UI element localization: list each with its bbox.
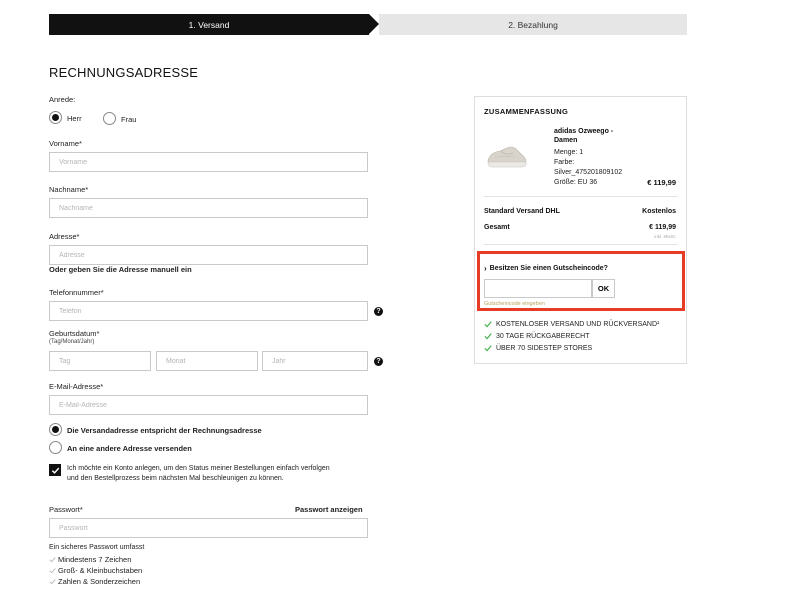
total-tax-note: inkl. MwSt. [654, 234, 676, 239]
voucher-hint: Gutscheincode eingeben [484, 301, 545, 307]
birthdate-help-icon[interactable]: ? [374, 357, 383, 366]
manual-address-link[interactable]: Oder geben Sie die Adresse manuell ein [49, 265, 192, 274]
birthdate-year-input[interactable] [262, 351, 368, 371]
checkout-stepper: 1. Versand 2. Bezahlung [49, 14, 687, 35]
checkmark-icon [51, 467, 59, 474]
phone-help-icon[interactable]: ? [374, 307, 383, 316]
password-requirements-title: Ein sicheres Passwort umfasst [49, 544, 145, 551]
voucher-code-input[interactable] [484, 279, 592, 298]
divider [484, 196, 678, 197]
check-icon [484, 321, 492, 328]
divider [484, 244, 678, 245]
step-bezahlung[interactable]: 2. Bezahlung [379, 14, 687, 35]
show-password-toggle[interactable]: Passwort anzeigen [295, 505, 363, 514]
radio-frau-label: Frau [121, 115, 137, 124]
birthdate-month-input[interactable] [156, 351, 258, 371]
page-title: RECHNUNGSADRESSE [49, 65, 199, 80]
address-label: Adresse* [49, 232, 80, 241]
product-size: Größe: EU 36 [554, 179, 598, 186]
lastname-input[interactable] [49, 198, 368, 218]
total-value: € 119,99 [649, 224, 676, 231]
product-color-value: Silver_475201809102 [554, 169, 623, 176]
usp-item: ÜBER 70 SIDESTEP STORES [484, 344, 592, 352]
voucher-submit-button[interactable]: OK [592, 279, 615, 298]
check-icon [49, 557, 56, 563]
password-requirement: Zahlen & Sonderzeichen [49, 577, 140, 586]
create-account-text-2: und den Bestellprozess beim nächsten Mal… [67, 475, 284, 482]
check-icon [484, 345, 492, 352]
product-quantity: Menge: 1 [554, 149, 584, 156]
check-icon [484, 333, 492, 340]
voucher-toggle[interactable]: › Besitzen Sie einen Gutscheincode? [484, 264, 608, 273]
phone-input[interactable] [49, 301, 368, 321]
check-icon [49, 579, 56, 585]
address-input[interactable] [49, 245, 368, 265]
usp-item: 30 TAGE RÜCKGABERECHT [484, 332, 590, 340]
firstname-input[interactable] [49, 152, 368, 172]
product-name[interactable]: adidas Ozweego - Damen [554, 127, 634, 145]
chevron-right-icon: › [484, 264, 487, 273]
product-color-label: Farbe: [554, 159, 575, 166]
phone-label: Telefonnummer* [49, 288, 104, 297]
firstname-label: Vorname* [49, 139, 82, 148]
summary-title: ZUSAMMENFASSUNG [484, 107, 569, 116]
step-versand: 1. Versand [49, 14, 369, 35]
email-label: E-Mail-Adresse* [49, 382, 104, 391]
password-label: Passwort* [49, 505, 83, 514]
radio-herr[interactable] [49, 111, 62, 124]
create-account-checkbox[interactable] [49, 464, 61, 476]
usp-item: KOSTENLOSER VERSAND UND RÜCKVERSAND¹ [484, 320, 659, 328]
birthdate-label: Geburtsdatum* [49, 329, 100, 338]
email-input[interactable] [49, 395, 368, 415]
salutation-label: Anrede: [49, 95, 76, 104]
password-requirement: Groß- & Kleinbuchstaben [49, 566, 142, 575]
shipping-label: Standard Versand DHL [484, 208, 560, 215]
radio-herr-label: Herr [67, 114, 82, 123]
total-label: Gesamt [484, 224, 510, 231]
birthdate-day-input[interactable] [49, 351, 151, 371]
check-icon [49, 568, 56, 574]
radio-other-address-label: An eine andere Adresse versenden [67, 444, 192, 453]
radio-other-address[interactable] [49, 441, 62, 454]
create-account-text-1: Ich möchte ein Konto anlegen, um den Sta… [67, 465, 330, 472]
radio-same-address[interactable] [49, 423, 62, 436]
lastname-label: Nachname* [49, 185, 89, 194]
radio-frau[interactable] [103, 112, 116, 125]
product-image [487, 146, 527, 168]
birthdate-format-hint: (Tag/Monat/Jahr) [49, 339, 95, 345]
step-arrow [369, 14, 379, 34]
product-price: € 119,99 [647, 178, 676, 187]
shipping-value: Kostenlos [642, 208, 676, 215]
password-input[interactable] [49, 518, 368, 538]
password-requirement: Mindestens 7 Zeichen [49, 555, 131, 564]
radio-same-address-label: Die Versandadresse entspricht der Rechnu… [67, 426, 262, 435]
